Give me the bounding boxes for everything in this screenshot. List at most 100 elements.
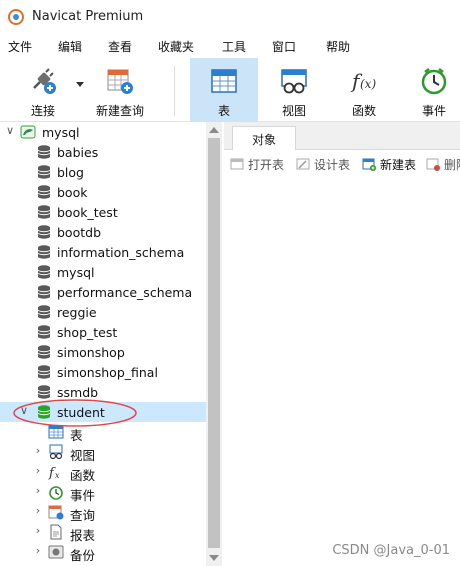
- mysql-dolphin-icon: [20, 125, 36, 139]
- object-toolbar: 打开表 设计表 新建表 删除: [224, 150, 460, 178]
- tree-database-bootdb[interactable]: bootdb: [0, 222, 206, 242]
- database-icon: [37, 265, 51, 279]
- expand-arrow-icon[interactable]: ›: [32, 505, 44, 517]
- menu-edit[interactable]: 编辑: [58, 38, 82, 55]
- query-icon: [48, 505, 64, 520]
- tree-database-simonshop-final[interactable]: simonshop_final: [0, 362, 206, 382]
- database-icon: [37, 245, 51, 259]
- navicat-logo-icon: [8, 9, 24, 25]
- expand-caret-icon[interactable]: ∨: [4, 125, 16, 137]
- tree-connection-label: mysql: [42, 125, 80, 140]
- tree-node-label: 备份: [70, 548, 96, 563]
- function-icon: fx: [48, 466, 60, 480]
- expand-arrow-icon[interactable]: ›: [32, 485, 44, 497]
- connect-dropdown-icon[interactable]: [76, 82, 84, 87]
- backup-icon: [48, 545, 64, 559]
- menu-file[interactable]: 文件: [8, 38, 32, 55]
- highlight-ellipse: [13, 399, 137, 427]
- database-icon: [37, 165, 51, 179]
- function-icon: f (x): [350, 69, 376, 93]
- object-panel: 对象 打开表 设计表 新建表 删: [224, 122, 460, 566]
- tree-node-queries[interactable]: › 查询: [0, 502, 206, 524]
- expand-arrow-icon[interactable]: ›: [32, 525, 44, 537]
- new-query-button[interactable]: 新建查询: [88, 58, 152, 122]
- menu-tools[interactable]: 工具: [222, 38, 246, 55]
- tree-database-label: blog: [57, 165, 84, 180]
- tree-database-book[interactable]: book: [0, 182, 206, 202]
- menu-window[interactable]: 窗口: [272, 38, 296, 55]
- new-query-label: 新建查询: [95, 104, 144, 118]
- watermark: CSDN @Java_0-01: [332, 543, 450, 558]
- tree-database-label: information_schema: [57, 245, 185, 260]
- scroll-down-icon[interactable]: [209, 555, 219, 561]
- database-icon: [37, 285, 51, 299]
- report-icon: [50, 524, 62, 540]
- tree-connection-mysql[interactable]: ∨ mysql: [0, 122, 206, 142]
- menu-favorites[interactable]: 收藏夹: [158, 38, 194, 55]
- table-icon: [211, 69, 237, 93]
- view-icon: [49, 444, 63, 460]
- tree-database-book-test[interactable]: book_test: [0, 202, 206, 222]
- tree-database-label: bootdb: [57, 225, 102, 240]
- event-button[interactable]: 事件: [402, 58, 460, 122]
- clock-icon: [421, 68, 447, 95]
- tree-database-mysql[interactable]: mysql: [0, 262, 206, 282]
- database-icon: [37, 365, 51, 379]
- svg-text:x: x: [55, 471, 60, 480]
- tree-node-backups[interactable]: › 备份: [0, 542, 206, 564]
- tree-scrollbar[interactable]: [206, 122, 222, 566]
- new-table-icon: [362, 158, 376, 171]
- expand-arrow-icon[interactable]: ›: [32, 545, 44, 557]
- menu-bar: 文件 编辑 查看 收藏夹 工具 窗口 帮助: [0, 34, 460, 58]
- database-icon: [37, 205, 51, 219]
- plug-icon: [33, 68, 56, 94]
- table-button[interactable]: 表: [190, 58, 258, 122]
- menu-view[interactable]: 查看: [108, 38, 132, 55]
- tree-database-reggie[interactable]: reggie: [0, 302, 206, 322]
- table-label: 表: [217, 104, 230, 118]
- tree-database-label: simonshop: [57, 345, 125, 360]
- tree-database-babies[interactable]: babies: [0, 142, 206, 162]
- database-icon: [37, 325, 51, 339]
- connect-button[interactable]: 连接: [8, 58, 78, 122]
- tree-node-events[interactable]: › 事件: [0, 482, 206, 504]
- tree-database-blog[interactable]: blog: [0, 162, 206, 182]
- tree-database-label: book_test: [57, 205, 118, 220]
- view-button[interactable]: 视图: [262, 58, 326, 122]
- tree-node-views[interactable]: › 视图: [0, 442, 206, 463]
- menu-help[interactable]: 帮助: [326, 38, 350, 55]
- tree-database-label: book: [57, 185, 88, 200]
- database-icon: [37, 185, 51, 199]
- database-icon: [37, 305, 51, 319]
- database-icon: [37, 345, 51, 359]
- tree-database-label: babies: [57, 145, 99, 160]
- tab-objects[interactable]: 对象: [232, 126, 296, 150]
- database-icon: [37, 145, 51, 159]
- tree-database-performance-schema[interactable]: performance_schema: [0, 282, 206, 302]
- tree-database-label: performance_schema: [57, 285, 193, 300]
- tree-database-label: mysql: [57, 265, 95, 280]
- new-query-icon: [107, 69, 133, 94]
- view-label: 视图: [281, 104, 306, 118]
- expand-arrow-icon[interactable]: ›: [32, 445, 44, 457]
- svg-text:(x): (x): [360, 77, 376, 91]
- scrollbar-thumb[interactable]: [208, 138, 220, 548]
- function-button[interactable]: f (x) 函数: [332, 58, 396, 122]
- tree-node-functions[interactable]: › f x 函数: [0, 462, 206, 484]
- tree-database-label: shop_test: [57, 325, 118, 340]
- event-label: 事件: [421, 104, 446, 118]
- tree-database-information-schema[interactable]: information_schema: [0, 242, 206, 262]
- title-bar: Navicat Premium: [0, 0, 460, 34]
- expand-arrow-icon[interactable]: ›: [32, 465, 44, 477]
- tree-database-shop-test[interactable]: shop_test: [0, 322, 206, 342]
- tree-database-simonshop[interactable]: simonshop: [0, 342, 206, 362]
- navigation-tree: ∨ mysql babies blog book book_testbootdb inf…: [0, 122, 206, 566]
- database-icon: [37, 225, 51, 239]
- toolbar-divider: [174, 66, 175, 116]
- tree-node-reports[interactable]: › 报表: [0, 522, 206, 543]
- view-icon: [281, 69, 307, 94]
- function-label: 函数: [351, 104, 376, 118]
- scroll-up-icon[interactable]: [209, 127, 219, 133]
- clock-icon: [49, 486, 63, 500]
- connect-label: 连接: [30, 104, 55, 118]
